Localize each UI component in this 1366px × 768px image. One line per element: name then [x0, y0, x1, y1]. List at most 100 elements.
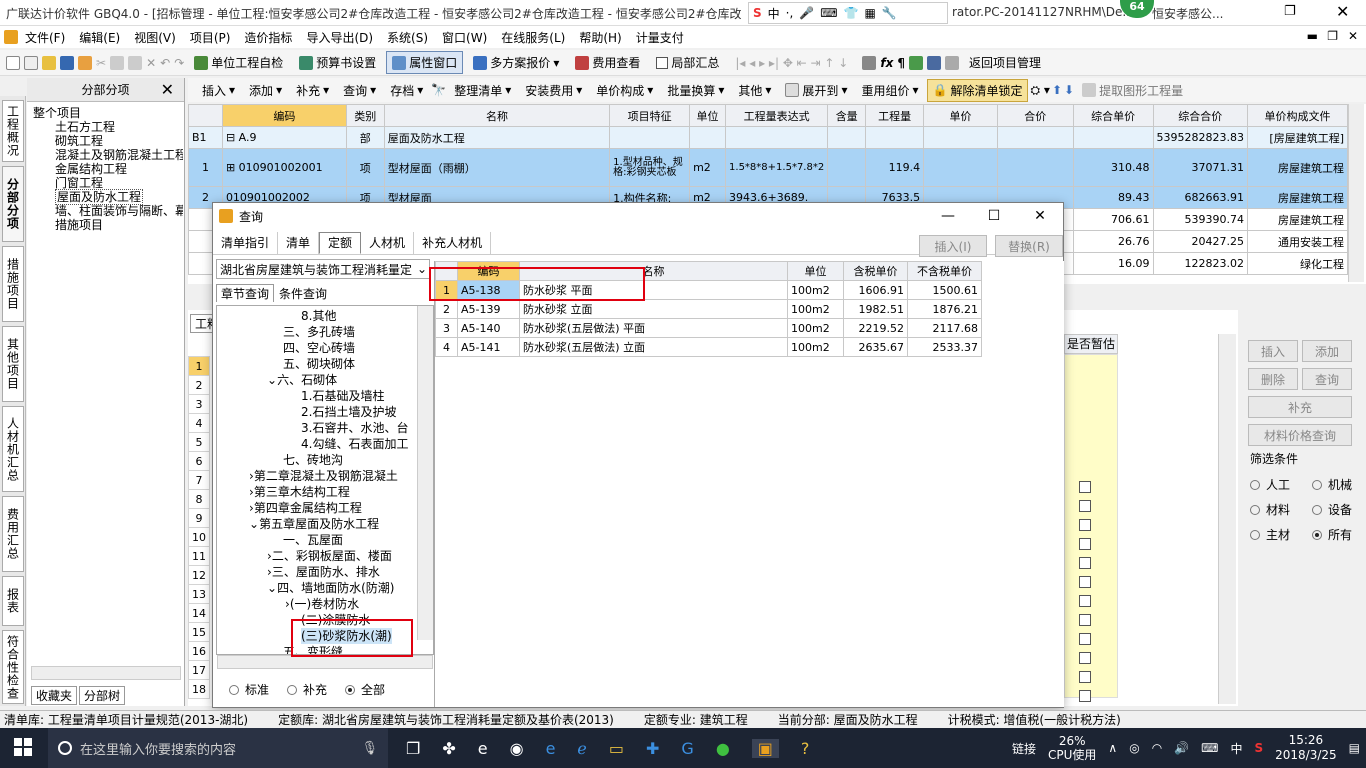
unit-price-comp-button[interactable]: 单价构成 ▾ — [590, 79, 659, 102]
back-to-project-button[interactable]: 返回项目管理 — [963, 51, 1047, 74]
tree-node[interactable]: 七、砖地沟 — [283, 452, 343, 468]
menu-online[interactable]: 在线服务(L) — [494, 29, 572, 46]
provisional-checkbox[interactable] — [1079, 633, 1091, 645]
tree-node[interactable]: 4.勾缝、石表面加工 — [301, 436, 408, 452]
tree-item[interactable]: 砌筑工程 — [33, 134, 184, 148]
menu-file[interactable]: 文件(F) — [18, 29, 72, 46]
clock[interactable]: 15:26 2018/3/25 — [1275, 733, 1337, 763]
tree-item[interactable]: 金属结构工程 — [33, 162, 184, 176]
edge-icon[interactable]: e — [546, 739, 556, 758]
tab-condition-query[interactable]: 条件查询 — [274, 284, 332, 302]
open-folder-icon[interactable] — [42, 55, 56, 70]
tab-other-items[interactable]: 其他项目 — [2, 326, 24, 402]
provisional-checkbox[interactable] — [1079, 481, 1091, 493]
col-price[interactable]: 单价 — [923, 104, 998, 127]
tree-node[interactable]: 五、砌块砌体 — [283, 356, 355, 372]
restore-icon[interactable]: ❐ — [1284, 4, 1296, 19]
nav-first-icon[interactable]: |◂ ◂ ▸ ▸| ✥ ⇤ ⇥ ↑ ↓ — [735, 56, 848, 70]
restore-inner-icon[interactable]: ❐ — [1327, 29, 1338, 43]
windows-start-icon[interactable] — [14, 738, 32, 756]
ime-punct[interactable]: ·, — [786, 6, 794, 20]
paragraph-icon[interactable]: ¶ — [897, 56, 905, 70]
lower-scrollbar[interactable] — [1218, 334, 1236, 704]
help-app-icon[interactable]: ? — [801, 739, 810, 758]
rp-delete-button[interactable]: 删除 — [1248, 368, 1298, 390]
table-row[interactable]: 2 A5-139 防水砂浆 立面 100m2 1982.51 1876.21 — [435, 299, 982, 319]
col-expr[interactable]: 工程量表达式 — [725, 104, 829, 127]
paint-icon[interactable]: ⛭ ▾ — [1030, 83, 1049, 98]
provisional-checkbox[interactable] — [1079, 576, 1091, 588]
tab-compliance-check[interactable]: 符合性检查 — [2, 630, 24, 704]
app-plus-icon[interactable]: ✚ — [646, 739, 659, 758]
batch-convert-button[interactable]: 批量换算 ▾ — [661, 79, 730, 102]
tab-reports[interactable]: 报表 — [2, 576, 24, 626]
dialog-insert-button[interactable]: 插入(I) — [919, 235, 987, 257]
install-fee-button[interactable]: 安装费用 ▾ — [519, 79, 588, 102]
menu-window[interactable]: 窗口(W) — [435, 29, 494, 46]
ie-icon[interactable]: e — [478, 739, 488, 758]
menu-system[interactable]: 系统(S) — [380, 29, 435, 46]
redo-icon[interactable]: ↷ — [174, 56, 184, 70]
tree-h-scrollbar[interactable] — [217, 655, 433, 669]
copy-icon[interactable] — [110, 55, 125, 70]
col-provisional[interactable]: 是否暂估 — [1064, 334, 1118, 354]
tree-v-scrollbar[interactable] — [417, 306, 433, 640]
sogou-tray-icon[interactable]: S — [1254, 741, 1263, 755]
local-sum-button[interactable]: 局部汇总 — [650, 51, 725, 74]
col-comp-price[interactable]: 综合单价 — [1072, 104, 1154, 127]
cut-icon[interactable]: ✂ — [96, 56, 106, 70]
favorites-tab[interactable]: 收藏夹 — [31, 686, 78, 705]
supplement-button[interactable]: 补充 ▾ — [290, 79, 335, 102]
tree-node[interactable]: 一、瓦屋面 — [283, 532, 343, 548]
menu-edit[interactable]: 编辑(E) — [72, 29, 127, 46]
tree-node[interactable]: 2.石挡土墙及护坡 — [301, 404, 396, 420]
query-button[interactable]: 查询 ▾ — [337, 79, 382, 102]
menu-cost-index[interactable]: 造价指标 — [237, 29, 299, 46]
table-row[interactable]: 4 A5-141 防水砂浆(五层做法) 立面 100m2 2635.67 253… — [435, 337, 982, 357]
tree-node[interactable]: 3.石窨井、水池、台 — [301, 420, 408, 436]
close-window-icon[interactable]: ✕ — [1336, 2, 1349, 21]
col-type[interactable]: 类别 — [345, 104, 385, 127]
tree-item[interactable]: 土石方工程 — [33, 120, 184, 134]
provisional-checkbox[interactable] — [1079, 652, 1091, 664]
link-label[interactable]: 链接 — [1012, 740, 1036, 757]
rp-price-query-button[interactable]: 材料价格查询 — [1248, 424, 1352, 446]
add-button[interactable]: 添加 ▾ — [243, 79, 288, 102]
wrench-icon[interactable]: 🔧 — [882, 6, 897, 20]
filter-all-radio[interactable]: 所有 — [1312, 526, 1366, 543]
file-explorer-icon[interactable]: ▭ — [609, 739, 624, 758]
tree-item[interactable]: 措施项目 — [33, 218, 184, 232]
provisional-checkbox[interactable] — [1079, 690, 1091, 702]
grid-icon[interactable]: ▦ — [865, 6, 876, 20]
provisional-checkbox[interactable] — [1079, 671, 1091, 683]
reuse-price-button[interactable]: 重用组价 ▾ — [855, 79, 924, 102]
input-lang[interactable]: 中 — [1230, 740, 1242, 757]
expand-row-icon[interactable]: ⊞ — [226, 161, 239, 174]
quota-library-select[interactable]: 湖北省房屋建筑与装饰工程消耗量定 ⌄ — [216, 259, 430, 279]
maximize-icon[interactable]: ☐ — [971, 203, 1017, 229]
ime-toolbar[interactable]: S 中 ·, 🎤 ⌨ 👕 ▦ 🔧 — [748, 2, 948, 24]
volume-icon[interactable]: 🔊 — [1174, 741, 1189, 755]
save-icon[interactable] — [60, 55, 74, 70]
shirt-icon[interactable]: 👕 — [844, 6, 859, 20]
col-price-file[interactable]: 单价构成文件 — [1247, 104, 1348, 127]
tree-node[interactable]: ⌄ 四、墙地面防水(防潮) — [267, 580, 394, 596]
glodon-icon[interactable]: G — [681, 739, 693, 758]
rp-supplement-button[interactable]: 补充 — [1248, 396, 1352, 418]
up-arrow-icon[interactable]: ⬆ — [1052, 83, 1062, 97]
new-icon[interactable] — [6, 55, 20, 70]
minimize-inner-icon[interactable]: ▬ — [1307, 29, 1318, 43]
tree-node[interactable]: 三、多孔砖墙 — [283, 324, 355, 340]
export-icon[interactable] — [78, 55, 92, 70]
keyboard-icon[interactable]: ⌨ — [1201, 741, 1218, 755]
tab-measures[interactable]: 措施项目 — [2, 246, 24, 322]
wifi-icon[interactable]: ◠ — [1152, 741, 1162, 755]
notifications-icon[interactable]: ▤ — [1349, 741, 1360, 755]
table-row[interactable]: 1 ⊞ 010901002001 项 型材屋面（雨棚） 1.型材品种、规格:彩钢… — [188, 148, 1348, 187]
radio-standard[interactable]: 标准 — [229, 681, 269, 698]
book-icon[interactable] — [908, 55, 923, 70]
menu-import-export[interactable]: 导入导出(D) — [299, 29, 380, 46]
tree-node[interactable]: › (一)卷材防水 — [285, 596, 359, 612]
tree-node[interactable]: 四、空心砖墙 — [283, 340, 355, 356]
col-notax-price[interactable]: 不含税单价 — [907, 261, 982, 281]
